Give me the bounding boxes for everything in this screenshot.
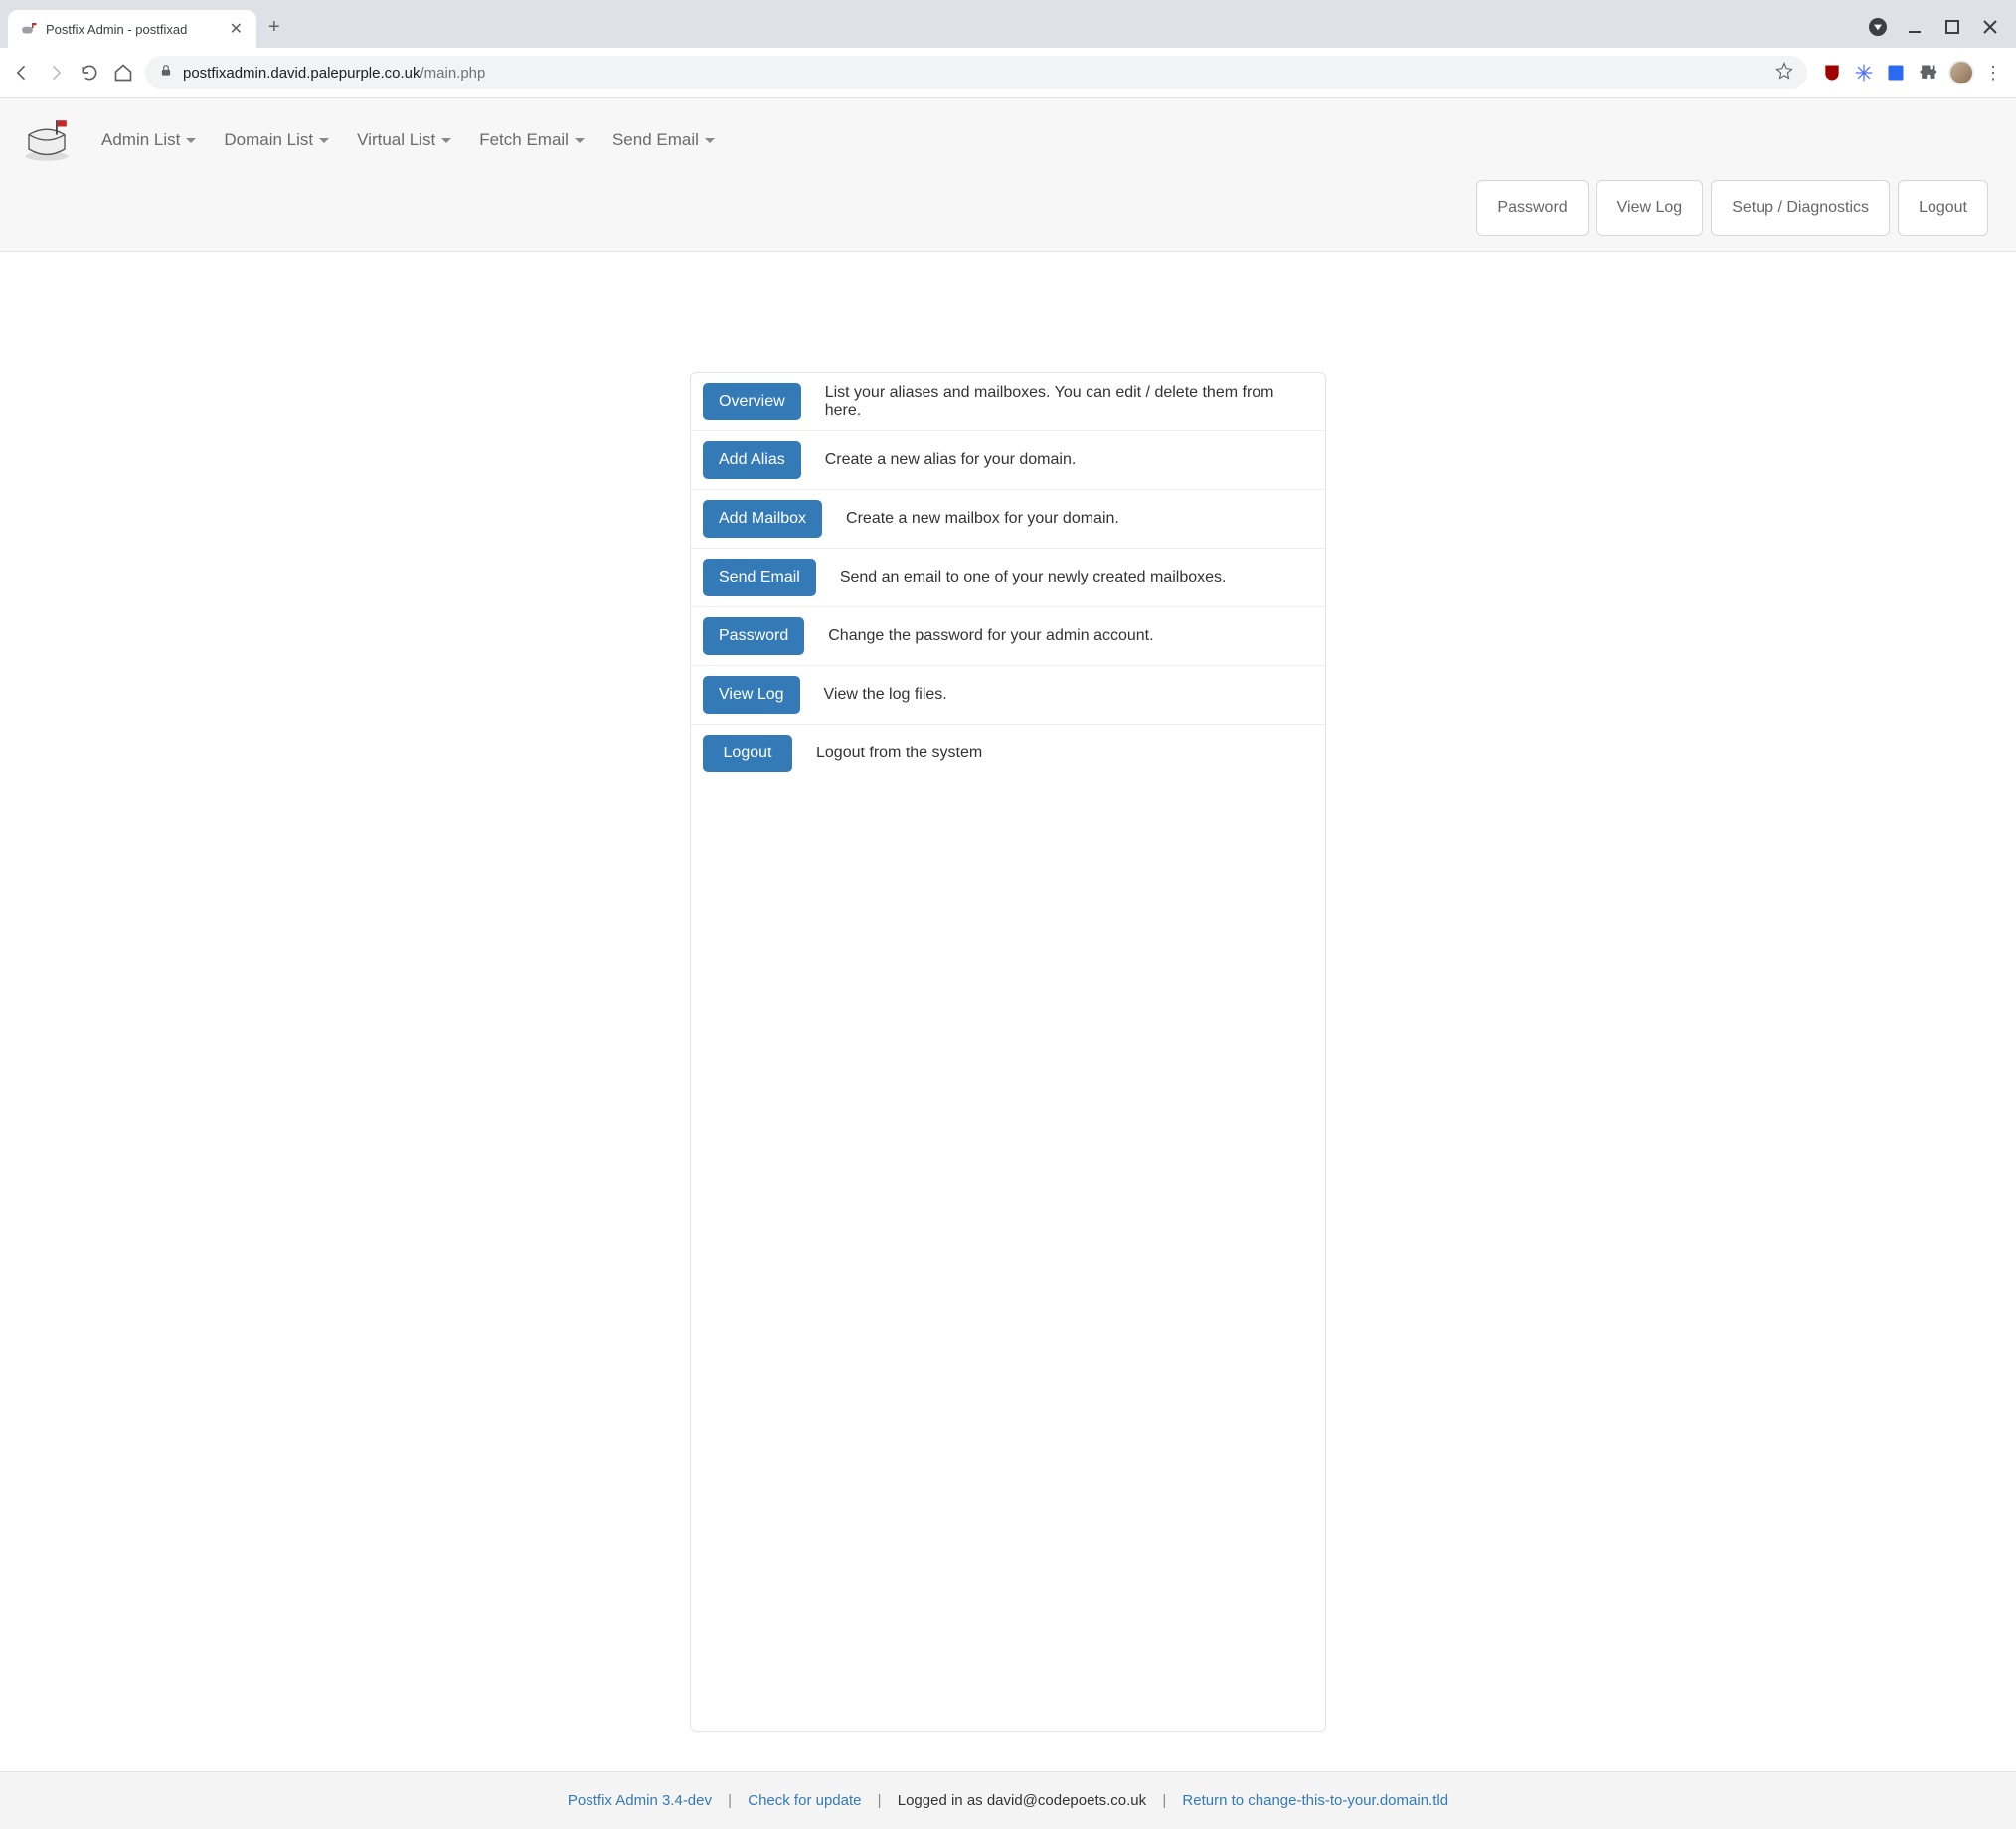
close-window-icon[interactable] [1980, 17, 2000, 37]
action-description: Create a new alias for your domain. [825, 451, 1313, 469]
app-root: Admin List Domain List Virtual List Fetc… [0, 98, 2016, 1829]
list-item: Send Email Send an email to one of your … [691, 549, 1325, 607]
url-path: /main.php [420, 65, 485, 82]
list-item: View Log View the log files. [691, 666, 1325, 725]
return-domain-link[interactable]: Return to change-this-to-your.domain.tld [1182, 1792, 1448, 1809]
separator: | [716, 1792, 744, 1809]
send-email-button[interactable]: Send Email [703, 559, 816, 596]
browser-chrome: Postfix Admin - postfixad ✕ + [0, 0, 2016, 98]
home-icon[interactable] [111, 61, 135, 84]
nav-label: Virtual List [357, 130, 435, 150]
nav-label: Send Email [612, 130, 699, 150]
extensions-puzzle-icon[interactable] [1917, 62, 1938, 83]
close-tab-icon[interactable]: ✕ [228, 19, 245, 39]
nav-send-email[interactable]: Send Email [612, 130, 715, 150]
ublock-icon[interactable] [1821, 62, 1843, 83]
browser-toolbar: postfixadmin.david.palepurple.co.uk/main… [0, 48, 2016, 98]
action-description: Change the password for your admin accou… [828, 627, 1313, 645]
postfix-logo-icon[interactable] [20, 118, 74, 162]
url-host: postfixadmin.david.palepurple.co.uk [183, 65, 420, 82]
list-item: Overview List your aliases and mailboxes… [691, 373, 1325, 431]
caret-down-icon [705, 138, 715, 143]
blue-square-ext-icon[interactable] [1885, 62, 1907, 83]
password-button[interactable]: Password [1476, 180, 1588, 236]
nav-label: Domain List [224, 130, 313, 150]
check-update-link[interactable]: Check for update [748, 1792, 861, 1809]
caret-down-icon [575, 138, 585, 143]
overview-button[interactable]: Overview [703, 383, 801, 420]
add-mailbox-button[interactable]: Add Mailbox [703, 500, 822, 538]
caret-down-icon [319, 138, 329, 143]
profile-avatar-icon[interactable] [1948, 60, 1974, 85]
nav-primary: Admin List Domain List Virtual List Fetc… [20, 108, 1996, 180]
action-description: View the log files. [824, 686, 1313, 704]
separator: | [866, 1792, 894, 1809]
actions-panel: Overview List your aliases and mailboxes… [690, 372, 1326, 1732]
list-item: Password Change the password for your ad… [691, 607, 1325, 666]
tab-title: Postfix Admin - postfixad [46, 22, 220, 37]
separator: | [1150, 1792, 1178, 1809]
nav-label: Admin List [101, 130, 180, 150]
account-badge-icon[interactable] [1869, 18, 1887, 36]
app-navbar: Admin List Domain List Virtual List Fetc… [0, 98, 2016, 252]
logout-button[interactable]: Logout [1898, 180, 1988, 236]
view-log-button[interactable]: View Log [1596, 180, 1704, 236]
bookmark-star-icon[interactable] [1775, 62, 1793, 84]
nav-secondary: Password View Log Setup / Diagnostics Lo… [20, 180, 1996, 251]
snowflake-ext-icon[interactable] [1853, 62, 1875, 83]
caret-down-icon [186, 138, 196, 143]
action-description: Send an email to one of your newly creat… [840, 569, 1313, 586]
action-description: List your aliases and mailboxes. You can… [825, 384, 1313, 419]
view-log-action-button[interactable]: View Log [703, 676, 800, 714]
back-icon[interactable] [10, 61, 34, 84]
maximize-icon[interactable] [1942, 17, 1962, 37]
browser-menu-icon[interactable]: ⋮ [1984, 63, 2002, 83]
url-text: postfixadmin.david.palepurple.co.uk/main… [183, 65, 1765, 82]
footer: Postfix Admin 3.4-dev | Check for update… [0, 1771, 2016, 1829]
extension-icons: ⋮ [1817, 60, 2006, 85]
new-tab-button[interactable]: + [268, 16, 280, 39]
nav-label: Fetch Email [479, 130, 569, 150]
add-alias-button[interactable]: Add Alias [703, 441, 801, 479]
main-content: Overview List your aliases and mailboxes… [0, 252, 2016, 1771]
lock-icon [159, 64, 173, 83]
nav-fetch-email[interactable]: Fetch Email [479, 130, 585, 150]
action-description: Logout from the system [816, 745, 1313, 762]
list-item: Add Alias Create a new alias for your do… [691, 431, 1325, 490]
list-item: Add Mailbox Create a new mailbox for you… [691, 490, 1325, 549]
action-description: Create a new mailbox for your domain. [846, 510, 1313, 528]
forward-icon [44, 61, 68, 84]
nav-admin-list[interactable]: Admin List [101, 130, 196, 150]
list-item: Logout Logout from the system [691, 725, 1325, 782]
version-link[interactable]: Postfix Admin 3.4-dev [568, 1792, 712, 1809]
caret-down-icon [441, 138, 451, 143]
nav-virtual-list[interactable]: Virtual List [357, 130, 451, 150]
window-controls [1869, 17, 2008, 37]
browser-tab[interactable]: Postfix Admin - postfixad ✕ [8, 10, 256, 48]
tab-strip: Postfix Admin - postfixad ✕ + [0, 0, 2016, 48]
minimize-icon[interactable] [1905, 17, 1925, 37]
nav-domain-list[interactable]: Domain List [224, 130, 329, 150]
password-action-button[interactable]: Password [703, 617, 804, 655]
reload-icon[interactable] [78, 61, 101, 84]
logged-in-text: Logged in as david@codepoets.co.uk [898, 1792, 1146, 1809]
logout-action-button[interactable]: Logout [703, 735, 792, 772]
mailbox-favicon-icon [20, 20, 38, 38]
address-bar[interactable]: postfixadmin.david.palepurple.co.uk/main… [145, 56, 1807, 89]
setup-diagnostics-button[interactable]: Setup / Diagnostics [1711, 180, 1890, 236]
